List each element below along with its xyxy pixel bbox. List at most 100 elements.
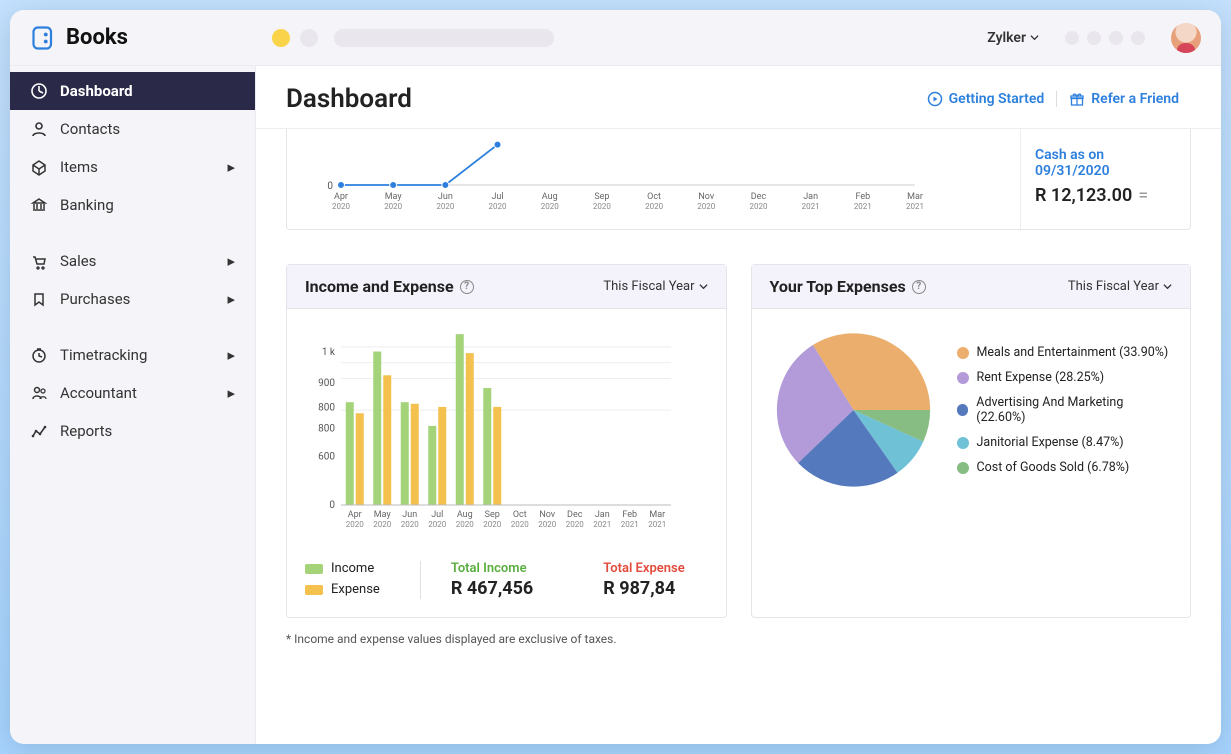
help-icon[interactable]: ? xyxy=(912,280,926,294)
search-placeholder-bar[interactable] xyxy=(334,29,554,47)
svg-text:May: May xyxy=(374,510,392,520)
cashflow-card: 0Apr2020May2020Jun2020Jul2020Aug2020Sep2… xyxy=(286,129,1191,230)
sidebar-item-sales[interactable]: Sales▸ xyxy=(10,242,255,280)
equals-icon: = xyxy=(1138,185,1148,206)
pie-legend-item: Janitorial Expense (8.47%) xyxy=(957,435,1172,450)
dot xyxy=(300,29,318,47)
total-income-value: R 467,456 xyxy=(451,578,533,599)
getting-started-link[interactable]: Getting Started xyxy=(915,91,1057,107)
footnote: * Income and expense values displayed ar… xyxy=(286,632,1191,646)
svg-text:2020: 2020 xyxy=(436,202,454,211)
svg-text:2021: 2021 xyxy=(621,520,639,529)
income-expense-period-select[interactable]: This Fiscal Year xyxy=(603,279,707,294)
svg-text:Dec: Dec xyxy=(751,192,767,202)
sidebar-item-label: Purchases xyxy=(60,290,130,308)
company-switcher[interactable]: Zylker xyxy=(987,30,1039,46)
total-expense-label: Total Expense xyxy=(603,561,684,576)
svg-text:2020: 2020 xyxy=(483,520,501,529)
header-action[interactable] xyxy=(1087,31,1101,45)
sidebar-item-accountant[interactable]: Accountant▸ xyxy=(10,374,255,412)
svg-text:2021: 2021 xyxy=(648,520,666,529)
chevron-down-icon xyxy=(1163,282,1172,291)
page-title: Dashboard xyxy=(286,84,412,114)
svg-text:2020: 2020 xyxy=(384,202,402,211)
svg-text:Mar: Mar xyxy=(907,192,923,202)
sidebar-item-label: Accountant xyxy=(60,384,137,402)
refer-label: Refer a Friend xyxy=(1091,91,1179,107)
svg-text:2020: 2020 xyxy=(511,520,529,529)
chevron-right-icon: ▸ xyxy=(227,346,235,364)
avatar[interactable] xyxy=(1171,23,1201,53)
legend-label: Rent Expense (28.25%) xyxy=(977,370,1105,385)
topbar: Books Zylker xyxy=(10,10,1221,66)
header-action[interactable] xyxy=(1065,31,1079,45)
legend-label: Advertising And Marketing (22.60%) xyxy=(976,395,1172,425)
dashboard-icon xyxy=(30,82,48,100)
svg-text:2021: 2021 xyxy=(906,202,924,211)
play-circle-icon xyxy=(927,91,943,107)
sidebar-item-timetracking[interactable]: Timetracking▸ xyxy=(10,336,255,374)
svg-text:2020: 2020 xyxy=(593,202,611,211)
sidebar-item-reports[interactable]: Reports xyxy=(10,412,255,450)
pie-legend: Meals and Entertainment (33.90%) Rent Exp… xyxy=(957,345,1172,475)
svg-text:2020: 2020 xyxy=(697,202,715,211)
chevron-right-icon: ▸ xyxy=(227,158,235,176)
svg-text:800: 800 xyxy=(318,423,335,434)
svg-text:Dec: Dec xyxy=(567,510,583,520)
top-expenses-title: Your Top Expenses ? xyxy=(770,277,926,296)
cash-as-of-value: R 12,123.00 xyxy=(1035,185,1132,206)
page-header: Dashboard Getting Started Refer a Friend xyxy=(256,66,1221,129)
svg-text:Aug: Aug xyxy=(542,192,558,202)
header-action[interactable] xyxy=(1131,31,1145,45)
top-expenses-period-select[interactable]: This Fiscal Year xyxy=(1068,279,1172,294)
svg-text:Feb: Feb xyxy=(855,192,870,202)
banking-icon xyxy=(30,196,48,214)
pie-legend-item: Rent Expense (28.25%) xyxy=(957,370,1172,385)
top-expenses-card: Your Top Expenses ? This Fiscal Year xyxy=(751,264,1192,618)
app-logo[interactable]: Books xyxy=(30,24,128,52)
total-expense-value: R 987,84 xyxy=(603,578,684,599)
help-icon[interactable]: ? xyxy=(460,280,474,294)
legend-swatch xyxy=(957,372,969,384)
sidebar-item-contacts[interactable]: Contacts xyxy=(10,110,255,148)
svg-text:Jul: Jul xyxy=(491,192,503,202)
chevron-right-icon: ▸ xyxy=(227,252,235,270)
chevron-down-icon xyxy=(1030,33,1039,42)
svg-text:Sep: Sep xyxy=(594,192,609,202)
svg-text:2020: 2020 xyxy=(645,202,663,211)
svg-text:2020: 2020 xyxy=(456,520,474,529)
period-label: This Fiscal Year xyxy=(1068,279,1159,294)
svg-text:Jun: Jun xyxy=(402,510,417,520)
refer-friend-link[interactable]: Refer a Friend xyxy=(1056,91,1191,107)
legend-expense-label: Expense xyxy=(331,582,380,597)
sidebar-item-items[interactable]: Items▸ xyxy=(10,148,255,186)
legend-swatch-expense xyxy=(305,585,323,595)
company-name: Zylker xyxy=(987,30,1026,46)
sidebar-item-banking[interactable]: Banking xyxy=(10,186,255,224)
svg-text:Aug: Aug xyxy=(457,510,473,520)
header-action[interactable] xyxy=(1109,31,1123,45)
svg-text:2021: 2021 xyxy=(854,202,872,211)
cashflow-chart: 0Apr2020May2020Jun2020Jul2020Aug2020Sep2… xyxy=(287,129,1020,229)
pie-legend-item: Advertising And Marketing (22.60%) xyxy=(957,395,1172,425)
pie-legend-item: Meals and Entertainment (33.90%) xyxy=(957,345,1172,360)
reports-icon xyxy=(30,422,48,440)
contacts-icon xyxy=(30,120,48,138)
sidebar-item-dashboard[interactable]: Dashboard xyxy=(10,72,255,110)
svg-text:2020: 2020 xyxy=(541,202,559,211)
sidebar-item-label: Contacts xyxy=(60,120,120,138)
sidebar: DashboardContactsItems▸BankingSales▸Purc… xyxy=(10,66,256,744)
sidebar-item-purchases[interactable]: Purchases▸ xyxy=(10,280,255,318)
pie-legend-item: Cost of Goods Sold (6.78%) xyxy=(957,460,1172,475)
svg-text:Sep: Sep xyxy=(485,510,500,520)
svg-text:Mar: Mar xyxy=(649,510,665,520)
svg-text:Jan: Jan xyxy=(803,192,818,202)
app-name: Books xyxy=(66,25,128,50)
svg-text:Jan: Jan xyxy=(595,510,610,520)
legend-label: Meals and Entertainment (33.90%) xyxy=(977,345,1169,360)
sidebar-item-label: Dashboard xyxy=(60,82,133,100)
svg-text:Oct: Oct xyxy=(647,192,661,202)
svg-text:0: 0 xyxy=(329,500,335,511)
timetracking-icon xyxy=(30,346,48,364)
top-expenses-pie-chart xyxy=(770,325,937,495)
